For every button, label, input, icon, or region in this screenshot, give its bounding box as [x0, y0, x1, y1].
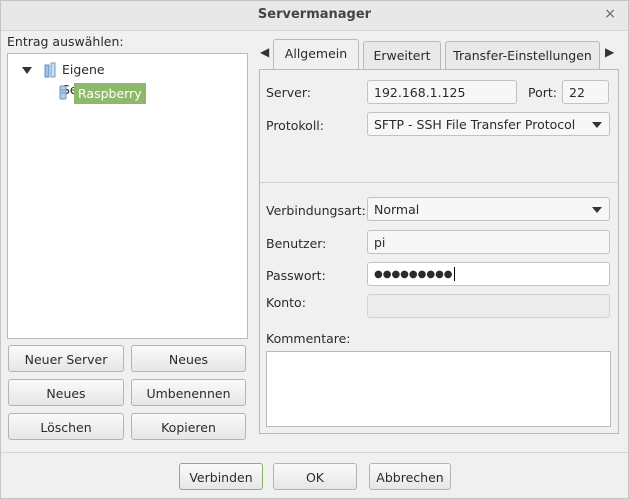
- logon-type-value: Normal: [374, 202, 420, 217]
- footer-divider: [1, 452, 628, 453]
- section-divider: [260, 182, 618, 183]
- tab-transfer-settings[interactable]: Transfer-Einstellungen: [445, 41, 600, 69]
- tab-general[interactable]: Allgemein: [273, 39, 359, 69]
- chevron-down-icon: [592, 207, 602, 213]
- tab-scroll-right-icon[interactable]: ▶: [605, 45, 614, 59]
- protocol-label: Protokoll:: [266, 118, 324, 133]
- server-folder-icon: [44, 62, 56, 78]
- password-input[interactable]: ●●●●●●●●●: [367, 262, 610, 286]
- text-caret: [453, 267, 455, 281]
- rename-button[interactable]: Umbenennen: [131, 379, 246, 406]
- logon-type-select[interactable]: Normal: [367, 197, 610, 221]
- titlebar: Servermanager ×: [1, 1, 628, 31]
- copy-button[interactable]: Kopieren: [131, 413, 246, 440]
- new-server-button[interactable]: Neuer Server: [8, 345, 124, 372]
- server-label: Server:: [266, 85, 311, 100]
- server-input[interactable]: 192.168.1.125: [367, 80, 517, 104]
- account-label: Konto:: [266, 295, 306, 310]
- comments-textarea[interactable]: [266, 351, 611, 427]
- port-label: Port:: [528, 85, 557, 100]
- tree-item-label: Raspberry Pi2: [74, 83, 146, 122]
- ok-button[interactable]: OK: [273, 463, 357, 490]
- expand-triangle-icon[interactable]: [22, 67, 32, 74]
- account-input[interactable]: [367, 294, 610, 318]
- user-input[interactable]: pi: [367, 230, 610, 254]
- close-icon[interactable]: ×: [604, 6, 616, 22]
- password-value: ●●●●●●●●●: [374, 269, 453, 280]
- protocol-select[interactable]: SFTP - SSH File Transfer Protocol: [367, 112, 610, 136]
- cancel-button[interactable]: Abbrechen: [369, 463, 451, 490]
- window-title: Servermanager: [257, 7, 372, 22]
- server-icon: [59, 85, 67, 100]
- select-entry-label: Entrag auswählen:: [7, 34, 124, 49]
- connect-button[interactable]: Verbinden: [179, 463, 263, 490]
- port-input[interactable]: 22: [562, 80, 609, 104]
- delete-button[interactable]: Löschen: [8, 413, 124, 440]
- new-folder-button[interactable]: Neues Verzeichnis: [131, 345, 246, 394]
- tab-advanced[interactable]: Erweitert: [363, 41, 441, 69]
- password-label: Passwort:: [266, 268, 326, 283]
- logon-type-label: Verbindungsart:: [266, 203, 366, 218]
- server-manager-window: Servermanager × Entrag auswählen: Eigene…: [0, 0, 629, 499]
- protocol-value: SFTP - SSH File Transfer Protocol: [374, 117, 576, 132]
- chevron-down-icon: [592, 122, 602, 128]
- tab-scroll-left-icon[interactable]: ◀: [260, 45, 269, 59]
- user-label: Benutzer:: [266, 236, 327, 251]
- server-tree[interactable]: Eigene Server Raspberry Pi2: [7, 53, 248, 339]
- comments-label: Kommentare:: [266, 331, 351, 346]
- new-bookmark-button[interactable]: Neues Lesezeichen: [8, 379, 124, 428]
